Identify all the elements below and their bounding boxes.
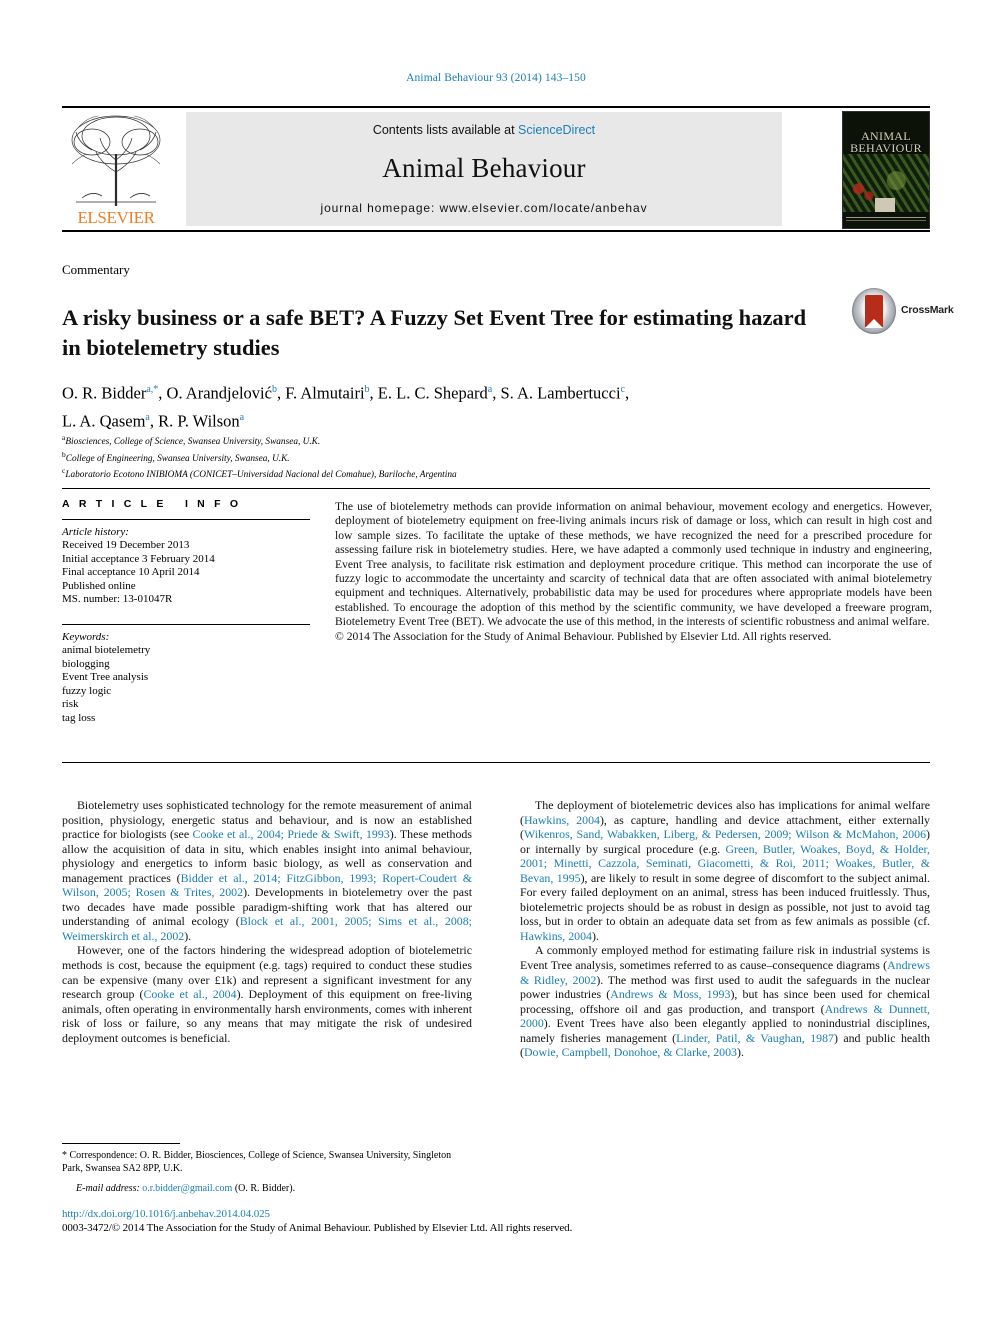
contents-available-line: Contents lists available at ScienceDirec… <box>186 123 782 137</box>
elsevier-logo: ELSEVIER <box>62 110 170 228</box>
affiliation-item: cLaboratorio Ecotono INIBIOMA (CONICET–U… <box>62 466 457 481</box>
journal-band: Contents lists available at ScienceDirec… <box>186 112 782 226</box>
citation-link[interactable]: Dowie, Campbell, Donohoe, & Clarke, 2003 <box>524 1045 737 1059</box>
keyword-item: fuzzy logic <box>62 684 112 697</box>
author-affiliation-mark: a <box>487 384 493 395</box>
citation-link[interactable]: Andrews & Dunnett, 2000 <box>520 1002 930 1031</box>
info-block-bottom-rule <box>62 762 930 763</box>
body-paragraph: A commonly employed method for estimatin… <box>520 943 931 1060</box>
author-line-1: O. R. Biddera,*, O. Arandjelovićb, F. Al… <box>62 383 630 403</box>
correspondence-footnote: * Correspondence: O. R. Bidder, Bioscien… <box>62 1143 472 1195</box>
email-address-label: E-mail address: <box>76 1183 140 1194</box>
elsevier-wordmark: ELSEVIER <box>77 208 155 227</box>
article-history-item: Final acceptance 10 April 2014 <box>62 566 200 579</box>
cover-title-line2: BEHAVIOUR <box>850 141 922 155</box>
body-paragraph: However, one of the factors hindering th… <box>62 943 472 1045</box>
cover-title: ANIMAL BEHAVIOUR <box>847 130 925 154</box>
doi-link[interactable]: http://dx.doi.org/10.1016/j.anbehav.2014… <box>62 1208 762 1220</box>
journal-title: Animal Behaviour <box>382 153 586 183</box>
citation-link[interactable]: Block et al., 2001, 2005; Sims et al., 2… <box>62 914 472 943</box>
affiliation-list: aBiosciences, College of Science, Swanse… <box>62 432 852 482</box>
citation-link[interactable]: Hawkins, 2004 <box>520 929 592 943</box>
author-affiliation-mark: b <box>271 384 277 395</box>
journal-cover-thumbnail: ANIMAL BEHAVIOUR <box>842 111 930 229</box>
citation-link[interactable]: Wikenros, Sand, Wabakken, Liberg, & Pede… <box>524 827 926 841</box>
crossmark-icon <box>852 288 896 334</box>
issn-copyright-line: 0003-3472/© 2014 The Association for the… <box>62 1222 573 1234</box>
email-link[interactable]: o.r.bidder@gmail.com <box>142 1183 232 1194</box>
article-history-lines: Received 19 December 2013 Initial accepta… <box>62 539 310 607</box>
cover-footer-text <box>846 217 926 224</box>
citation-link[interactable]: Andrews & Ridley, 2002 <box>520 958 930 987</box>
keyword-item: biologging <box>62 657 110 670</box>
email-owner: (O. R. Bidder). <box>234 1183 296 1194</box>
crossmark-label: CrossMark <box>901 304 954 316</box>
author-affiliation-mark: a,* <box>146 384 159 395</box>
article-info-column: A R T I C L E I N F O Article history: R… <box>62 498 310 726</box>
author-line-2: L. A. Qasema, R. P. Wilsona <box>62 411 245 430</box>
article-history-item: MS. number: 13-01047R <box>62 593 173 606</box>
body-column-left: Biotelemetry uses sophisticated technolo… <box>62 798 472 1045</box>
paper-page: Animal Behaviour 93 (2014) 143–150 ELSEV… <box>0 0 992 1323</box>
affiliation-item: bCollege of Engineering, Swansea Univers… <box>62 449 290 464</box>
info-block-top-rule <box>62 488 930 489</box>
author-name: E. L. C. Shepard <box>377 383 488 403</box>
journal-homepage-line[interactable]: journal homepage: www.elsevier.com/locat… <box>186 201 782 215</box>
affiliation-mark: c <box>62 466 66 476</box>
article-info-heading: A R T I C L E I N F O <box>62 498 242 510</box>
author-name: O. R. Bidder <box>62 383 147 403</box>
article-history-item: Received 19 December 2013 <box>62 539 190 551</box>
citation-link[interactable]: Andrews & Moss, 1993 <box>610 987 730 1001</box>
author-name: L. A. Qasem <box>62 411 146 430</box>
author-affiliation-mark: b <box>364 384 370 395</box>
running-head: Animal Behaviour 93 (2014) 143–150 <box>406 72 586 84</box>
author-list: O. R. Biddera,*, O. Arandjelovićb, F. Al… <box>62 378 852 433</box>
correspondence-text: * Correspondence: O. R. Bidder, Bioscien… <box>62 1150 452 1174</box>
page-title: A risky business or a safe BET? A Fuzzy … <box>62 305 807 361</box>
keywords-label: Keywords: <box>62 630 110 643</box>
cover-publisher-badge <box>875 198 895 212</box>
abstract-text: The use of biotelemetry methods can prov… <box>335 500 932 629</box>
affiliation-mark: a <box>62 433 66 442</box>
body-paragraph: The deployment of biotelemetric devices … <box>520 798 930 943</box>
citation-link[interactable]: Linder, Patil, & Vaughan, 1987 <box>676 1031 834 1045</box>
affiliation-mark: b <box>62 449 66 459</box>
contents-prefix: Contents lists available at <box>372 123 519 137</box>
journal-masthead: ELSEVIER Contents lists available at Sci… <box>62 106 930 232</box>
citation-link[interactable]: Green, Butler, Woakes, Boyd, & Holder, 2… <box>520 842 930 885</box>
footnote-rule <box>62 1143 180 1144</box>
affiliation-item: aBiosciences, College of Science, Swanse… <box>62 433 321 448</box>
abstract: The use of biotelemetry methods can prov… <box>335 500 932 644</box>
article-history-item: Published online <box>62 579 136 592</box>
article-history-item: Initial acceptance 3 February 2014 <box>62 552 215 565</box>
body-column-right: The deployment of biotelemetric devices … <box>520 798 930 1060</box>
author-name: F. Almutairi <box>285 383 365 403</box>
keyword-item: tag loss <box>62 711 96 724</box>
author-affiliation-mark: a <box>145 411 150 423</box>
article-section-label: Commentary <box>62 262 130 277</box>
sciencedirect-link[interactable]: ScienceDirect <box>518 123 595 137</box>
citation-link[interactable]: Bidder et al., 2014; FitzGibbon, 1993; R… <box>62 871 472 900</box>
citation-link[interactable]: Cooke et al., 2004 <box>143 987 236 1001</box>
author-name: S. A. Lambertucci <box>500 383 621 403</box>
crossmark-book-icon <box>865 295 883 328</box>
crossmark-badge[interactable]: CrossMark <box>852 288 954 336</box>
author-name: O. Arandjelović <box>166 383 272 403</box>
article-info-divider-2 <box>62 623 310 625</box>
email-line: E-mail address: o.r.bidder@gmail.com (O.… <box>62 1182 472 1195</box>
citation-link[interactable]: Cooke et al., 2004; Priede & Swift, 1993 <box>193 827 390 841</box>
article-history-label: Article history: <box>62 526 129 538</box>
keyword-item: risk <box>62 698 79 711</box>
keyword-item: Event Tree analysis <box>62 671 149 684</box>
keywords-list: animal biotelemetry biologging Event Tree … <box>62 644 310 726</box>
article-info-divider-1 <box>62 519 310 520</box>
author-affiliation-mark: c <box>620 384 625 395</box>
abstract-copyright: © 2014 The Association for the Study of … <box>335 629 832 643</box>
body-paragraph: Biotelemetry uses sophisticated technolo… <box>62 798 473 943</box>
keyword-item: animal biotelemetry <box>62 643 151 656</box>
page-footer: http://dx.doi.org/10.1016/j.anbehav.2014… <box>62 1208 762 1234</box>
author-name: R. P. Wilson <box>158 411 240 430</box>
author-affiliation-mark: a <box>239 411 245 423</box>
citation-link[interactable]: Hawkins, 2004 <box>524 813 600 827</box>
